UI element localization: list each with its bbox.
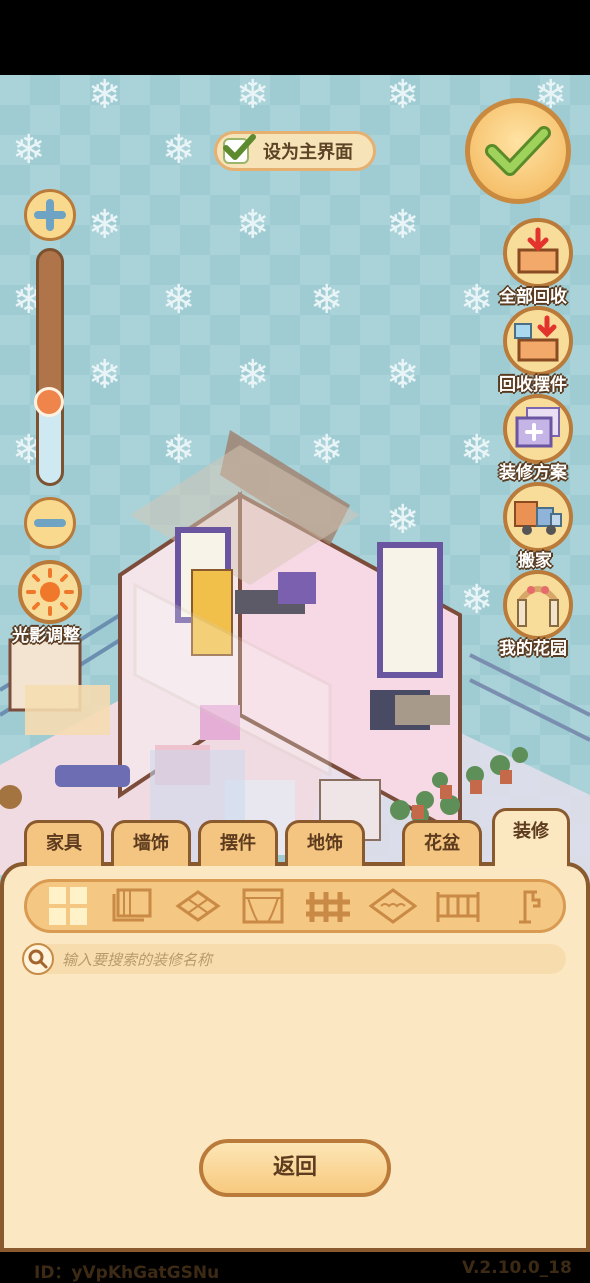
tab-flower-pots[interactable]: 花盆 [402, 820, 482, 866]
tab-renovation[interactable]: 装修 [492, 808, 570, 866]
lamp-icon [518, 890, 540, 924]
subcat-floor[interactable] [174, 884, 222, 928]
subcat-roof[interactable] [368, 884, 417, 928]
set-home-toggle[interactable]: 设为主界面 [214, 131, 376, 171]
subcat-all[interactable] [44, 884, 92, 928]
railing-icon [436, 892, 479, 922]
sun-icon [26, 568, 74, 616]
fence-icon [305, 892, 350, 922]
zoom-out-button[interactable] [24, 497, 76, 549]
subcat-window[interactable] [239, 884, 287, 928]
version-label: V.2.10.0_18 [462, 1258, 572, 1278]
garden-arch-icon [517, 586, 559, 627]
search-bar[interactable]: 输入要搜索的装修名称 [22, 943, 566, 975]
set-home-label: 设为主界面 [263, 142, 353, 163]
roof-tile-icon [368, 888, 417, 924]
zoom-slider-track[interactable] [36, 248, 64, 486]
subcat-lamp[interactable] [499, 884, 547, 928]
recycle-ornament-icon [514, 315, 559, 362]
search-icon[interactable] [22, 943, 54, 975]
search-input[interactable]: 输入要搜索的装修名称 [62, 949, 212, 970]
zoom-slider-thumb[interactable] [34, 387, 64, 417]
truck-icon [514, 501, 562, 535]
move-house-button[interactable] [503, 482, 573, 552]
tab-ornaments[interactable]: 摆件 [198, 820, 278, 866]
recycle-box-icon [517, 227, 559, 274]
light-adjust-button[interactable] [18, 560, 82, 624]
back-button[interactable]: 返回 [199, 1139, 391, 1197]
plus-icon [34, 199, 66, 231]
minus-icon [34, 519, 66, 527]
floor-tile-icon [174, 890, 221, 922]
player-id: ID：yVpKhGatGSNu [34, 1263, 220, 1283]
light-adjust-label: 光影调整 [12, 626, 80, 646]
window-icon [242, 888, 283, 924]
decor-plans-button[interactable] [503, 394, 573, 464]
recycle-ornaments-label: 回收摆件 [499, 375, 567, 395]
recycle-all-button[interactable] [503, 218, 573, 288]
wallpaper-icon [112, 888, 151, 922]
recycle-ornaments-button[interactable] [503, 306, 573, 376]
subcat-wallpaper[interactable] [109, 884, 157, 928]
check-icon [485, 126, 551, 176]
check-icon [223, 134, 256, 160]
plans-icon [515, 407, 560, 448]
checkbox[interactable] [223, 134, 256, 164]
my-garden-button[interactable] [503, 570, 573, 640]
subcat-fence[interactable] [304, 884, 352, 928]
zoom-in-button[interactable] [24, 189, 76, 241]
all-grid-icon [48, 887, 87, 925]
decor-plans-label: 装修方案 [499, 463, 567, 483]
recycle-all-label: 全部回收 [499, 287, 567, 307]
move-house-label: 搬家 [518, 551, 552, 571]
subcategory-bar [24, 879, 566, 933]
confirm-button[interactable] [465, 98, 571, 204]
subcat-railing[interactable] [434, 884, 482, 928]
tab-floor-decor[interactable]: 地饰 [285, 820, 365, 866]
tab-furniture[interactable]: 家具 [24, 820, 104, 866]
my-garden-label: 我的花园 [499, 639, 567, 659]
tab-wall-decor[interactable]: 墙饰 [111, 820, 191, 866]
status-bar [0, 0, 590, 75]
